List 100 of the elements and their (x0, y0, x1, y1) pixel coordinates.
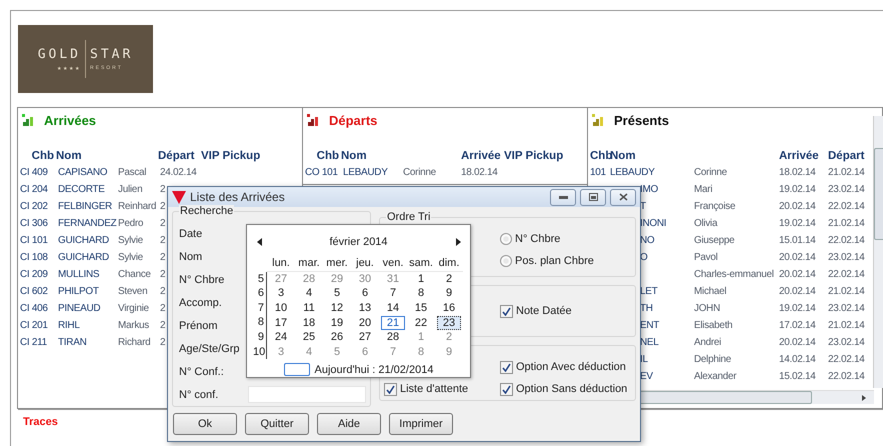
checkbox[interactable] (500, 382, 513, 396)
close-button[interactable] (610, 188, 636, 206)
calendar-day[interactable]: 2 (437, 272, 461, 286)
previous-month-button[interactable] (255, 237, 263, 247)
panel-title: Présents (614, 112, 669, 128)
calendar-day[interactable]: 27 (353, 330, 377, 344)
dialog-button[interactable]: Aide (317, 413, 381, 435)
calendar-day[interactable]: 26 (325, 330, 349, 344)
table-cell: 24.02.14 (160, 167, 197, 178)
calendar-day[interactable]: 17 (269, 316, 293, 330)
table-cell: 14.02.14 (779, 354, 816, 365)
dialog-button[interactable]: Quitter (245, 413, 309, 435)
calendar-day[interactable]: 1 (409, 272, 433, 286)
table-cell: CAPISANO (58, 167, 108, 178)
calendar-day[interactable]: 6 (353, 344, 377, 359)
checkbox-label: Note Datée (516, 305, 572, 317)
calendar-day[interactable]: 25 (297, 330, 321, 344)
table-cell: Corinne (694, 167, 727, 178)
calendar-day[interactable]: 16 (437, 301, 461, 316)
table-cell-text: IL (639, 354, 648, 365)
close-icon (618, 193, 628, 201)
month-title: février 2014 (329, 236, 388, 248)
maximize-button[interactable] (580, 188, 606, 206)
table-cell: 15.01.14 (779, 235, 816, 246)
calendar-day[interactable]: 19 (325, 316, 349, 330)
weekday-header: mar. (295, 256, 323, 272)
table-cell: 18.02.14 (779, 167, 816, 178)
minimize-button[interactable] (550, 188, 576, 206)
table-cell: 2 (160, 184, 166, 195)
checkbox[interactable] (384, 382, 397, 396)
calendar-day[interactable]: 28 (381, 330, 405, 344)
calendar-day[interactable]: 18 (297, 316, 321, 330)
calendar-day[interactable]: 21 (381, 316, 405, 330)
calendar-day[interactable]: 3 (269, 286, 293, 300)
checkbox[interactable] (500, 304, 513, 318)
calendar-day[interactable]: 15 (409, 301, 433, 316)
column-header: Nom (56, 150, 83, 162)
calendar-day[interactable]: 14 (381, 301, 405, 316)
calendar-day[interactable]: 22 (409, 316, 433, 330)
calendar-day[interactable]: 23 (437, 316, 461, 330)
radio-button[interactable] (500, 255, 512, 267)
table-cell: JOHN (694, 303, 720, 314)
calendar-day[interactable]: 6 (353, 286, 377, 300)
scroll-right-arrow-icon[interactable] (860, 394, 868, 402)
table-cell: Chance (118, 269, 151, 280)
table-cell: CI 204 (20, 184, 48, 195)
calendar-day[interactable]: 7 (381, 286, 405, 300)
table-cell: 2 (160, 218, 166, 229)
table-cell: 21.02.14 (828, 218, 865, 229)
table-cell: CI 409 (20, 167, 48, 178)
dialog-button[interactable]: Imprimer (389, 413, 453, 435)
column-header: Arrivée (461, 150, 502, 162)
scrollbar[interactable] (873, 116, 883, 388)
table-cell: 2 (160, 286, 166, 297)
logo-text: STAR (90, 47, 134, 62)
table-cell-text: LET (639, 286, 658, 297)
table-cell-text: IMO (639, 184, 658, 195)
checkbox[interactable] (500, 360, 513, 374)
calendar-day[interactable]: 10 (269, 301, 293, 316)
table-cell: LEBAUDY (610, 167, 655, 178)
table-cell: 2 (160, 269, 166, 280)
table-cell: RIHL (58, 320, 80, 331)
today-link[interactable]: Aujourd'hui : 21/02/2014 (314, 364, 434, 376)
week-number: 6 (253, 286, 267, 301)
table-cell: 20.02.14 (779, 286, 816, 297)
table-cell: TIRAN (58, 337, 87, 348)
week-number: 8 (253, 315, 267, 330)
calendar-day[interactable]: 20 (353, 316, 377, 330)
table-cell: 21.02.14 (828, 286, 865, 297)
next-month-button[interactable] (454, 237, 462, 247)
calendar-day[interactable]: 4 (297, 286, 321, 300)
table-cell: FELBINGER (58, 201, 112, 212)
table-cell: GUICHARD (58, 252, 109, 263)
dialog-button[interactable]: Ok (173, 413, 237, 435)
table-cell: Virginie (118, 303, 149, 314)
table-cell: Andrei (694, 337, 722, 348)
table-cell: CI 209 (20, 269, 48, 280)
calendar-day[interactable]: 9 (437, 286, 461, 300)
table-cell: Steven (118, 286, 148, 297)
table-cell: 23.02.14 (828, 303, 865, 314)
calendar-day[interactable]: 5 (325, 286, 349, 300)
week-number: 7 (253, 300, 267, 316)
table-cell: 22.02.14 (828, 235, 865, 246)
table-cell: 19.02.14 (779, 218, 816, 229)
calendar-day[interactable]: 13 (353, 301, 377, 316)
radio-button[interactable] (500, 233, 512, 245)
calendar-day[interactable]: 12 (325, 301, 349, 316)
calendar-day[interactable]: 24 (269, 330, 293, 344)
calendar-day[interactable]: 8 (409, 286, 433, 300)
field-label: Prénom (179, 320, 218, 332)
calendar-day[interactable]: 11 (297, 301, 321, 316)
column-header: Chb (30, 150, 55, 162)
table-cell: 2 (160, 252, 166, 263)
radio-label: N° Chbre (515, 233, 560, 245)
table-cell: Pavol (694, 252, 718, 263)
input-field[interactable] (248, 386, 366, 403)
table-cell: 20.02.14 (779, 252, 816, 263)
table-cell: Richard (118, 337, 150, 348)
table-cell: MULLINS (58, 269, 100, 280)
table-cell: Mari (694, 184, 712, 195)
